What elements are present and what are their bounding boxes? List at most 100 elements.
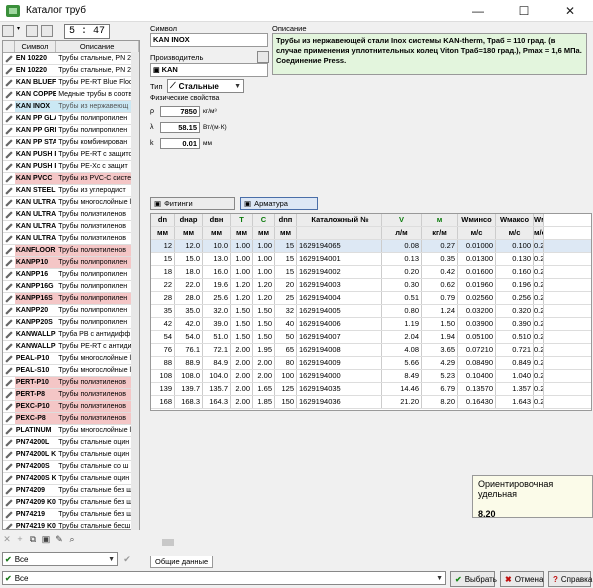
filter-combo-2[interactable]: ✔ Все ▼: [2, 571, 446, 585]
grid-header-cell[interactable]: dвн: [203, 214, 231, 226]
dimensions-grid[interactable]: dn dнар dвн T Cdnп Каталожный № Vм Wминсо Wмаксо…: [150, 213, 592, 411]
grid-header-cell[interactable]: Каталожный №: [297, 214, 382, 226]
table-row[interactable]: 108 108.0 104.0 2.00 2.00 100 1629194000 8.49 5.…: [151, 370, 591, 383]
list-item[interactable]: EN 10220 Трубы стальные, PN 2: [3, 53, 139, 65]
grid-header-cell[interactable]: Wмаксо: [496, 214, 534, 226]
producer-field[interactable]: ▣ KAN: [150, 63, 268, 77]
list-header-description[interactable]: Описание: [56, 41, 139, 52]
table-row[interactable]: 76 76.1 72.1 2.00 1.95 65 1629194008 4.08 3.65 0.…: [151, 344, 591, 357]
fittings-button[interactable]: ▣ Фитинги: [150, 197, 235, 210]
list-item[interactable]: KANPP10 Трубы полипропилен: [3, 257, 139, 269]
type-combo[interactable]: ⟋ Стальные ▼: [167, 79, 244, 93]
list-item[interactable]: PEXC-P10 Трубы полиэтиленов: [3, 401, 139, 413]
close-button[interactable]: ✕: [547, 0, 593, 22]
help-button[interactable]: ? Справка: [548, 571, 592, 587]
list-item[interactable]: KANPP16G Трубы полипропилен: [3, 281, 139, 293]
list-item[interactable]: PN74219 K0 Трубы стальные бесш: [3, 521, 139, 529]
list-view-icon[interactable]: [26, 25, 38, 37]
paste-icon[interactable]: ▣: [41, 534, 51, 544]
filter-combo-1[interactable]: ✔ Все ▼: [2, 552, 118, 566]
dropdown-icon[interactable]: ▾: [17, 25, 23, 37]
edit-icon[interactable]: ✎: [54, 534, 64, 544]
table-row[interactable]: 22 22.0 19.6 1.20 1.20 20 1629194003 0.30 0.62 0.…: [151, 279, 591, 292]
apply-filter-icon[interactable]: ✔: [122, 554, 132, 564]
add-icon[interactable]: +: [15, 534, 25, 544]
list-item[interactable]: EN 10220 Трубы стальные, PN 2: [3, 65, 139, 77]
armatura-button[interactable]: ▣ Арматура: [240, 197, 318, 210]
list-item[interactable]: KANPP16S Трубы полипропилен: [3, 293, 139, 305]
list-item[interactable]: KANWALLPE Труба PB с антидифф: [3, 329, 139, 341]
list-item[interactable]: KANPP20S Трубы полипропилен: [3, 317, 139, 329]
grid-header-cell[interactable]: dnп: [275, 214, 297, 226]
table-row[interactable]: 168 168.3 164.3 2.00 1.85 150 1629194036 21.20 8…: [151, 396, 591, 409]
grid-header-cell[interactable]: dнар: [175, 214, 203, 226]
list-scrollbar[interactable]: [131, 52, 139, 530]
list-item[interactable]: PLATINUM Трубы многослойные l: [3, 425, 139, 437]
list-item[interactable]: KANPP20 Трубы полипропилен: [3, 305, 139, 317]
list-item[interactable]: PERT-P10 Трубы полиэтиленов: [3, 377, 139, 389]
list-item[interactable]: KAN ULTRAI Трубы многослойные l: [3, 197, 139, 209]
table-row[interactable]: 35 35.0 32.0 1.50 1.50 32 1629194005 0.80 1.24 0.…: [151, 305, 591, 318]
list-item[interactable]: PN74200S Трубы стальные со ш: [3, 461, 139, 473]
list-item[interactable]: KAN ULTRAI Трубы полиэтиленов: [3, 233, 139, 245]
table-row[interactable]: 18 18.0 16.0 1.00 1.00 15 1629194002 0.20 0.42 0.…: [151, 266, 591, 279]
table-row[interactable]: 88 88.9 84.9 2.00 2.00 80 1629194009 5.66 4.29 0.…: [151, 357, 591, 370]
list-item[interactable]: KAN INOX Трубы из нержавеющ: [3, 101, 139, 113]
grid-header-cell[interactable]: Wминсо: [458, 214, 496, 226]
grid-hscrollbar[interactable]: [150, 538, 592, 547]
table-row[interactable]: 42 42.0 39.0 1.50 1.50 40 1629194006 1.19 1.50 0.…: [151, 318, 591, 331]
tab-general-data[interactable]: Общие данные: [150, 556, 214, 568]
list-item[interactable]: KAN PUSH P Трубы PE-Xc с защит: [3, 161, 139, 173]
list-item[interactable]: PN74200S K Трубы стальные оцин: [3, 473, 139, 485]
grid-header-cell[interactable]: C: [253, 214, 275, 226]
list-item[interactable]: PEAL-S10 Трубы многослойные l: [3, 365, 139, 377]
producer-settings-icon[interactable]: [257, 51, 269, 63]
cancel-button[interactable]: ✖ Отмена: [500, 571, 544, 587]
list-item[interactable]: PN74200L K Трубы стальные оцин: [3, 449, 139, 461]
list-item[interactable]: KAN PP GRE Трубы полипропилен: [3, 125, 139, 137]
list-item[interactable]: KAN COPPERМедные трубы в соотв: [3, 89, 139, 101]
table-row[interactable]: 15 15.0 13.0 1.00 1.00 15 1629194001 0.13 0.35 0.…: [151, 253, 591, 266]
list-item[interactable]: KANFLOOR Трубы полиэтиленов: [3, 245, 139, 257]
copy-icon[interactable]: ⧉: [28, 534, 38, 544]
grid-header-cell[interactable]: dn: [151, 214, 175, 226]
table-row[interactable]: 139 139.7 135.7 2.00 1.65 125 1629194035 14.46 6…: [151, 383, 591, 396]
list-item[interactable]: PN74209 K0 Трубы стальные без ш: [3, 497, 139, 509]
list-item[interactable]: PEAL-P10 Трубы многослойные l: [3, 353, 139, 365]
list-header-symbol[interactable]: Символ: [15, 41, 57, 52]
search-icon[interactable]: ⌕: [67, 534, 77, 544]
list-item[interactable]: PERT-P8 Трубы полиэтиленов: [3, 389, 139, 401]
minimize-button[interactable]: —: [455, 0, 501, 22]
grid-header-cell[interactable]: T: [231, 214, 253, 226]
list-item[interactable]: KAN PUSH P Трубы PE-RT с защито: [3, 149, 139, 161]
symbol-field[interactable]: KAN INOX: [150, 33, 268, 47]
list-item[interactable]: KAN PP GLA Трубы полипропилен: [3, 113, 139, 125]
description-field[interactable]: Трубы из нержавеющей стали Inox системы …: [272, 33, 587, 75]
numbered-icon[interactable]: [41, 25, 53, 37]
list-item[interactable]: PN74200L Трубы стальные оцин: [3, 437, 139, 449]
list-item[interactable]: PN74209 Трубы стальные без ш: [3, 485, 139, 497]
table-row[interactable]: 54 54.0 51.0 1.50 1.50 50 1629194007 2.04 1.94 0.…: [151, 331, 591, 344]
grid-header-cell[interactable]: V: [382, 214, 422, 226]
list-item[interactable]: KAN PP STA Трубы комбинирован: [3, 137, 139, 149]
table-row[interactable]: 28 28.0 25.6 1.20 1.20 25 1629194004 0.51 0.79 0.…: [151, 292, 591, 305]
list-item[interactable]: KAN ULTRAI Трубы полиэтиленов: [3, 209, 139, 221]
list-item[interactable]: KAN ULTRAI Трубы полиэтиленов: [3, 221, 139, 233]
list-item[interactable]: KAN PVCC Трубы из PVC-C систе: [3, 173, 139, 185]
conductivity-field[interactable]: 58.15: [160, 122, 200, 133]
grid-header-cell[interactable]: м: [422, 214, 458, 226]
list-item[interactable]: KANPP16 Трубы полипропилен: [3, 269, 139, 281]
list-item[interactable]: KANWALLPE Трубы PE-RT с антиди: [3, 341, 139, 353]
list-item[interactable]: KAN STEEL Трубы из углеродист: [3, 185, 139, 197]
select-button[interactable]: ✔ Выбрать: [450, 571, 497, 587]
density-field[interactable]: 7850: [160, 106, 200, 117]
grid-header-cell[interactable]: Wм: [534, 214, 544, 226]
maximize-button[interactable]: ☐: [501, 0, 547, 22]
scroll-thumb[interactable]: [162, 539, 174, 546]
list-item[interactable]: PN74219 Трубы стальные без ш: [3, 509, 139, 521]
table-row[interactable]: 12 12.0 10.0 1.00 1.00 15 1629194065 0.08 0.27 0.…: [151, 240, 591, 253]
pipe-list[interactable]: Символ Описание EN 10220 Трубы стальные, …: [2, 40, 140, 530]
list-item[interactable]: PEXC-P8 Трубы полиэтиленов: [3, 413, 139, 425]
grid-view-icon[interactable]: [2, 25, 14, 37]
list-item[interactable]: KAN BLUEFL Трубы PE-RT Blue Floor: [3, 77, 139, 89]
